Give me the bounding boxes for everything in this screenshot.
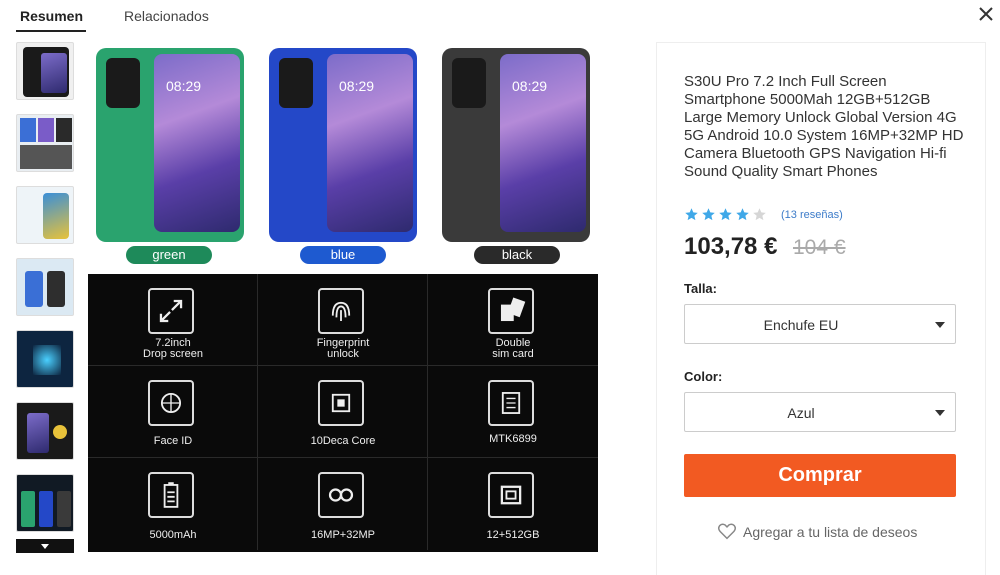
feature-battery: 5000mAh — [88, 458, 258, 550]
thumbnail-1[interactable] — [16, 42, 74, 100]
size-label: Talla: — [684, 281, 717, 296]
camera-module — [279, 58, 313, 108]
camera-icon — [318, 472, 364, 518]
product-detail-panel: S30U Pro 7.2 Inch Full Screen Smartphone… — [656, 42, 986, 575]
feature-drop-screen: 7.2inch Drop screen — [88, 274, 258, 366]
color-label-black: black — [474, 246, 560, 264]
expand-icon — [148, 288, 194, 334]
face-id-icon — [148, 380, 194, 426]
tab-related[interactable]: Relacionados — [124, 8, 209, 24]
product-title: S30U Pro 7.2 Inch Full Screen Smartphone… — [684, 73, 964, 180]
add-to-wishlist-button[interactable]: Agregar a tu lista de deseos — [717, 521, 937, 543]
color-label-blue: blue — [300, 246, 386, 264]
phone-time: 08:29 — [512, 78, 548, 94]
caret-down-icon — [935, 322, 945, 328]
thumbnail-7[interactable] — [16, 474, 74, 532]
star-icon — [719, 208, 732, 221]
feature-label: 16MP+32MP — [311, 529, 375, 541]
camera-module — [452, 58, 486, 108]
phone-black: 08:29 — [442, 48, 590, 242]
caret-down-icon — [935, 410, 945, 416]
tab-summary[interactable]: Resumen — [20, 8, 83, 24]
storage-icon — [488, 472, 534, 518]
feature-cpu: 10Deca Core — [258, 366, 428, 458]
feature-storage: 12+512GB — [428, 458, 598, 550]
feature-label: Face ID — [153, 435, 193, 447]
active-tab-indicator — [16, 30, 86, 32]
star-icon — [685, 208, 698, 221]
fingerprint-icon — [318, 288, 364, 334]
thumbnail-strip — [16, 42, 74, 553]
size-select[interactable]: Enchufe EU — [684, 304, 956, 344]
sim-card-icon — [488, 288, 534, 334]
feature-label: 12+512GB — [486, 529, 540, 541]
thumbnail-scroll-down[interactable] — [16, 539, 74, 553]
color-label: Color: — [684, 369, 723, 384]
current-price: 103,78 € — [684, 233, 778, 260]
size-select-value: Enchufe EU — [763, 317, 839, 333]
close-icon — [979, 7, 993, 21]
thumbnail-2[interactable] — [16, 114, 74, 172]
star-icon — [753, 208, 766, 221]
feature-fingerprint: Fingerprint unlock — [258, 274, 428, 366]
chip-icon — [488, 380, 534, 426]
phone-time: 08:29 — [339, 78, 375, 94]
cpu-icon — [318, 380, 364, 426]
feature-dual-sim: Double sim card — [428, 274, 598, 366]
phone-green: 08:29 — [96, 48, 244, 242]
chevron-down-icon — [41, 544, 49, 549]
phone-blue: 08:29 — [269, 48, 417, 242]
feature-grid: 7.2inch Drop screen Fingerprint unlock D… — [88, 274, 598, 552]
thumbnail-6[interactable] — [16, 402, 74, 460]
original-price: 104 € — [793, 236, 846, 259]
wishlist-label: Agregar a tu lista de deseos — [743, 524, 918, 540]
feature-label: 7.2inch Drop screen — [143, 337, 203, 360]
feature-label: 10Deca Core — [310, 435, 376, 447]
feature-label: MTK6899 — [489, 433, 537, 445]
camera-module — [106, 58, 140, 108]
phone-color-variants: 08:29 08:29 08:29 green blue black — [88, 42, 598, 274]
heart-icon — [717, 523, 737, 540]
feature-label: Double sim card — [492, 337, 534, 360]
reviews-link[interactable]: (13 reseñas) — [781, 209, 843, 221]
battery-icon — [148, 472, 194, 518]
feature-label: 5000mAh — [149, 529, 197, 541]
color-label-green: green — [126, 246, 212, 264]
close-button[interactable] — [976, 4, 996, 24]
feature-chip: MTK6899 — [428, 366, 598, 458]
star-icon — [702, 208, 715, 221]
feature-face-id: Face ID — [88, 366, 258, 458]
feature-label: Fingerprint unlock — [316, 337, 370, 360]
product-rating: (13 reseñas) — [684, 207, 884, 223]
thumbnail-3[interactable] — [16, 186, 74, 244]
thumbnail-4[interactable] — [16, 258, 74, 316]
color-select[interactable]: Azul — [684, 392, 956, 432]
tab-bar: Resumen Relacionados — [0, 0, 240, 34]
main-product-image: 08:29 08:29 08:29 green blue black 7.2in… — [88, 42, 598, 552]
thumbnail-5[interactable] — [16, 330, 74, 388]
buy-button[interactable]: Comprar — [684, 454, 956, 497]
feature-camera: 16MP+32MP — [258, 458, 428, 550]
color-select-value: Azul — [787, 405, 815, 421]
phone-time: 08:29 — [166, 78, 202, 94]
star-icon — [736, 208, 749, 221]
